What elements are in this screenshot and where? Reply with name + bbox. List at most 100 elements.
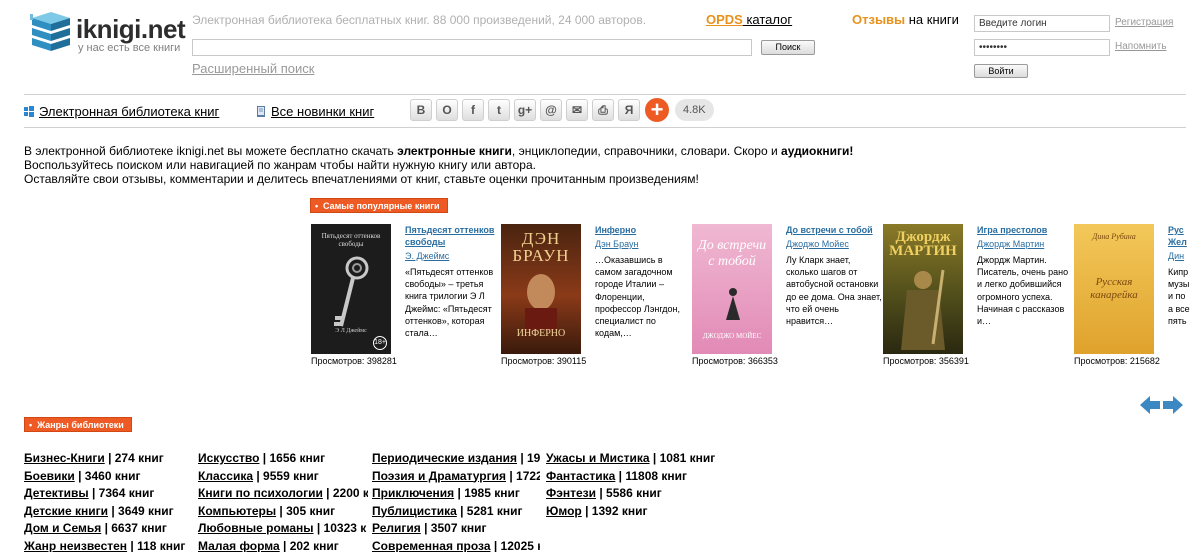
genre-link[interactable]: Современная проза (372, 539, 491, 552)
facebook-icon[interactable]: f (462, 99, 484, 121)
login-field[interactable]: Введите логин (974, 15, 1110, 32)
book-author-link[interactable]: Дин (1168, 251, 1198, 261)
genre-link[interactable]: Малая форма (198, 539, 280, 552)
email-icon[interactable]: ✉ (566, 99, 588, 121)
book-author-link[interactable]: Джордж Мартин (977, 239, 1073, 249)
genre-link[interactable]: Любовные романы (198, 521, 314, 535)
genre-link[interactable]: Дом и Семья (24, 521, 101, 535)
genre-link[interactable]: Поэзия и Драматургия (372, 469, 506, 483)
genre-count: | 11808 книг (615, 468, 688, 483)
genre-link[interactable]: Жанр неизвестен (24, 539, 127, 552)
genre-item[interactable]: Детские книги | 3649 книг (24, 503, 185, 521)
genre-link[interactable]: Религия (372, 521, 421, 535)
twitter-icon[interactable]: t (488, 99, 510, 121)
book-cover[interactable]: Дина Рубина Русская канарейка (1074, 224, 1154, 354)
share-more-plus-icon[interactable]: + (645, 98, 669, 122)
genre-item[interactable]: Периодические издания | 19 (372, 450, 540, 468)
genre-column: Бизнес-Книги | 274 книг Боевики | 3460 к… (24, 450, 185, 552)
carousel-prev-arrow-icon[interactable] (1140, 396, 1160, 414)
genre-link[interactable]: Фантастика (546, 469, 615, 483)
genre-link[interactable]: Ужасы и Мистика (546, 451, 650, 465)
genre-link[interactable]: Детективы (24, 486, 89, 500)
book-author-link[interactable]: Дэн Браун (595, 239, 691, 249)
remind-password-link[interactable]: Напомнить (1115, 41, 1167, 52)
genre-item[interactable]: Ужасы и Мистика | 1081 книг (546, 450, 715, 468)
vk-icon[interactable]: В (410, 99, 432, 121)
genre-item[interactable]: Искусство | 1656 книг (198, 450, 368, 468)
book-title-link[interactable]: Игра престолов (977, 224, 1073, 236)
book-cover[interactable]: До встречи с тобой ДЖОДЖО МОЙЕС (692, 224, 772, 354)
nav-new-books-link[interactable]: Все новинки книг (256, 104, 374, 119)
genre-count: | 1985 книг (454, 486, 520, 500)
genre-count: | 19 (516, 451, 540, 465)
password-field[interactable]: •••••••• (974, 39, 1110, 56)
genre-item[interactable]: Поэзия и Драматургия | 1722 (372, 468, 540, 486)
genres-tab[interactable]: Жанры библиотеки (24, 417, 132, 433)
share-count-badge: 4.8K (675, 99, 714, 121)
popular-books-tab[interactable]: Самые популярные книги (310, 198, 448, 214)
book-cover[interactable]: Джордж МАРТИН (883, 224, 963, 354)
register-link[interactable]: Регистрация (1115, 17, 1173, 28)
genre-link[interactable]: Юмор (546, 504, 582, 518)
genre-link[interactable]: Фэнтези (546, 486, 596, 500)
genre-item[interactable]: Религия | 3507 книг (372, 520, 540, 538)
genre-link[interactable]: Компьютеры (198, 504, 276, 518)
nav-library-link[interactable]: Электронная библиотека книг (24, 104, 219, 119)
book-author-link[interactable]: Джоджо Мойес (786, 239, 882, 249)
genre-item[interactable]: Публицистика | 5281 книг (372, 503, 540, 521)
genre-item[interactable]: Приключения | 1985 книг (372, 485, 540, 503)
cover-title: Русская канарейка (1090, 276, 1138, 301)
book-cover[interactable]: ДЭН БРАУН ИНФЕРНО (501, 224, 581, 354)
genre-count: | 5586 книг (596, 486, 662, 500)
genre-link[interactable]: Боевики (24, 469, 75, 483)
advanced-search-link[interactable]: Расширенный поиск (192, 61, 314, 76)
genre-item[interactable]: Современная проза | 12025 к (372, 538, 540, 552)
genre-item[interactable]: Фэнтези | 5586 книг (546, 485, 715, 503)
genre-item[interactable]: Любовные романы | 10323 к (198, 520, 368, 538)
book-description: Джордж Мартин. Писатель, очень рано и ле… (977, 255, 1069, 327)
site-logo[interactable]: iknigi.net у нас есть все книги (26, 10, 186, 58)
yandex-icon[interactable]: Я (618, 99, 640, 121)
genre-link[interactable]: Искусство (198, 451, 259, 465)
search-button[interactable]: Поиск (761, 40, 815, 55)
search-input[interactable] (192, 39, 752, 56)
odnoklassniki-icon[interactable]: О (436, 99, 458, 121)
google-plus-icon[interactable]: g+ (514, 99, 536, 121)
genre-item[interactable]: Фантастика | 11808 книг (546, 468, 715, 486)
genre-link[interactable]: Периодические издания (372, 451, 517, 465)
book-author-link[interactable]: Э. Джеймс (405, 251, 501, 261)
genre-count: | 3460 книг (74, 468, 141, 483)
login-button[interactable]: Войти (974, 64, 1028, 78)
genre-item[interactable]: Боевики | 3460 книг (24, 468, 185, 486)
genre-item[interactable]: Жанр неизвестен | 118 книг (24, 538, 185, 552)
intro-line-2: Воспользуйтесь поиском или навигацией по… (24, 158, 536, 172)
genre-count: | 202 книг (279, 538, 339, 552)
genre-link[interactable]: Приключения (372, 486, 454, 500)
reviews-link[interactable]: Отзывы на книги (852, 12, 959, 27)
book-title-link[interactable]: Рус Жел (1168, 224, 1198, 248)
book-title-link[interactable]: До встречи с тобой (786, 224, 882, 236)
carousel-next-arrow-icon[interactable] (1163, 396, 1183, 414)
genre-item[interactable]: Книги по психологии | 2200 к (198, 485, 368, 503)
genre-item[interactable]: Бизнес-Книги | 274 книг (24, 450, 185, 468)
book-cover[interactable]: Пятьдесят оттенков свободы Э Л Джеймс 18… (311, 224, 391, 354)
book-title-link[interactable]: Пятьдесят оттенков свободы (405, 224, 501, 248)
cover-title: До встречи с тобой (697, 238, 767, 269)
genre-item[interactable]: Юмор | 1392 книг (546, 503, 715, 521)
mail-at-icon[interactable]: @ (540, 99, 562, 121)
print-icon[interactable]: ⎙ (592, 99, 614, 121)
genre-link[interactable]: Бизнес-Книги (24, 451, 105, 465)
genre-item[interactable]: Малая форма | 202 книг (198, 538, 368, 552)
genre-link[interactable]: Детские книги (24, 504, 108, 518)
genre-link[interactable]: Классика (198, 469, 253, 483)
genre-item[interactable]: Классика | 9559 книг (198, 468, 368, 486)
portrait-icon (525, 274, 557, 330)
genre-link[interactable]: Публицистика (372, 504, 457, 518)
genre-item[interactable]: Компьютеры | 305 книг (198, 503, 368, 521)
genre-item[interactable]: Детективы | 7364 книг (24, 485, 185, 503)
genre-item[interactable]: Дом и Семья | 6637 книг (24, 520, 185, 538)
book-title-link[interactable]: Инферно (595, 224, 691, 236)
genre-link[interactable]: Книги по психологии (198, 486, 323, 500)
opds-catalog-link[interactable]: OPDS каталог (706, 12, 792, 27)
intro-line-1: В электронной библиотеке iknigi.net вы м… (24, 144, 853, 158)
